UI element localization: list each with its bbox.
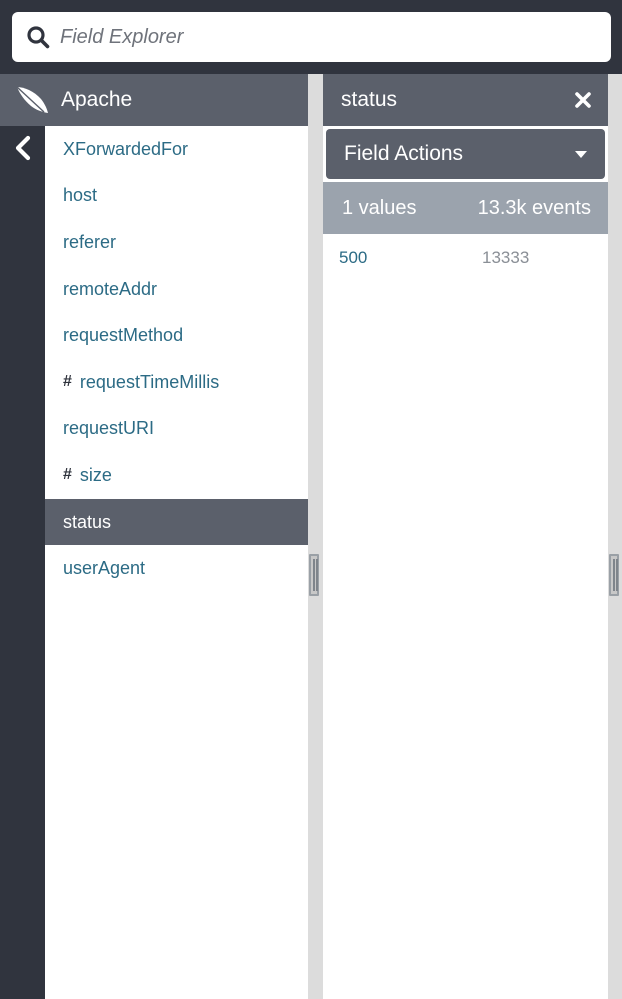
field-item-label: referer <box>63 231 117 252</box>
field-item-requesturi[interactable]: requestURI <box>45 406 308 453</box>
field-item-requestmethod[interactable]: requestMethod <box>45 312 308 359</box>
field-item-label: requestMethod <box>63 325 184 346</box>
right-splitter-handle[interactable] <box>609 554 619 596</box>
detail-title: status <box>341 88 398 111</box>
value-row[interactable]: 500 13333 <box>323 234 608 282</box>
field-item-label: XForwardedFor <box>63 138 189 159</box>
field-actions-label: Field Actions <box>344 142 464 165</box>
splitter-handle[interactable] <box>309 554 319 596</box>
value-label[interactable]: 500 <box>339 248 367 268</box>
collapse-button[interactable] <box>10 135 36 166</box>
search-bar[interactable] <box>12 12 611 62</box>
numeric-field-icon: # <box>63 466 72 484</box>
field-item-status[interactable]: status <box>45 498 308 546</box>
detail-panel: Field Actions 1 values 13.3k events 500 … <box>323 126 608 999</box>
field-item-requesttimemillis[interactable]: # requestTimeMillis <box>45 359 308 406</box>
left-rail <box>0 126 45 999</box>
detail-header: status <box>323 74 608 126</box>
field-item-label: remoteAddr <box>63 278 158 299</box>
field-item-label: size <box>79 464 112 485</box>
field-actions-dropdown[interactable]: Field Actions <box>326 129 605 179</box>
close-button[interactable] <box>574 91 592 109</box>
field-item-label: requestURI <box>63 418 155 439</box>
source-title: Apache <box>61 88 133 111</box>
feather-icon <box>0 83 50 117</box>
caret-down-icon <box>575 150 587 158</box>
field-item-size[interactable]: # size <box>45 452 308 499</box>
right-splitter[interactable] <box>608 74 622 999</box>
numeric-field-icon: # <box>63 373 72 391</box>
field-list: XForwardedFor host referer remoteAddr reques… <box>45 126 308 999</box>
field-item-referer[interactable]: referer <box>45 219 308 266</box>
search-icon <box>26 25 50 49</box>
search-input[interactable] <box>60 25 580 49</box>
field-item-xforwardedfor[interactable]: XForwardedFor <box>45 126 308 173</box>
source-header: Apache <box>0 74 308 126</box>
field-item-label: requestTimeMillis <box>79 371 220 392</box>
chevron-left-icon <box>13 135 33 166</box>
field-item-host[interactable]: host <box>45 173 308 220</box>
field-item-label: status <box>63 511 112 532</box>
values-summary: 1 values 13.3k events <box>323 182 608 234</box>
events-count: 13.3k events <box>477 196 591 219</box>
field-item-remoteaddr[interactable]: remoteAddr <box>45 266 308 313</box>
value-count: 13333 <box>482 248 530 267</box>
values-count: 1 values <box>342 196 417 219</box>
close-icon <box>575 92 591 108</box>
field-item-useragent[interactable]: userAgent <box>45 545 308 592</box>
field-item-label: host <box>63 185 98 206</box>
column-splitter[interactable] <box>308 74 323 999</box>
field-item-label: userAgent <box>63 558 146 579</box>
field-explorer-app: Apache XForwardedFor host referer remoteAdd… <box>0 0 622 999</box>
